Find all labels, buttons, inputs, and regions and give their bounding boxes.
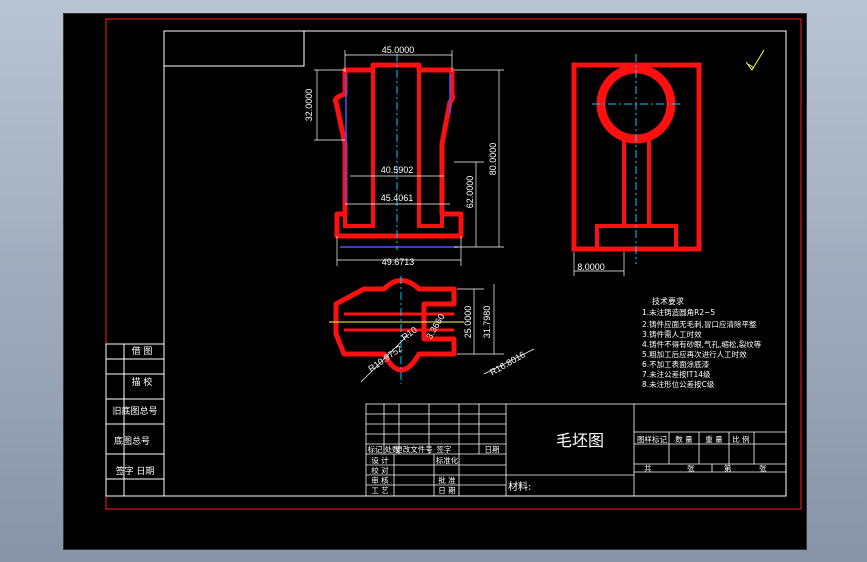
dim-radius-a: R10 [400,325,419,343]
rev-header-4: 日期 [485,445,500,454]
left-panel-0: 借 图 [132,345,153,357]
top-left-box [163,30,305,67]
scale-header-3: 比 例 [732,434,749,444]
standardization-label: 标准化 [436,455,459,465]
dim-plan-31: 31.7980 [482,306,492,339]
sheet-1: 张 [687,464,695,473]
side-view: 8.0000 [571,49,765,276]
tech-heading: 技术要求 [652,296,684,306]
drawing-title: 毛坯图 [556,431,604,450]
scale-header-1: 数 量 [675,434,693,444]
tech-item-1: 2.铸件应面无毛刺,冒口应清除平整 [642,319,757,329]
row-check: 校 对 [371,465,389,475]
row-process: 工 艺 [371,486,388,495]
sheet-3: 张 [759,464,767,473]
top-view: 25.0000 31.7980 3.3660 R10 R10.9752 R16.… [329,276,535,384]
rev-header-0: 标记 [368,444,383,454]
rev-header-2: 更改文件号 [395,444,433,454]
scale-header-2: 重 量 [705,435,723,444]
dim-base-width: 49.6713 [382,257,415,267]
material-label: 材料: [508,480,531,493]
sheet-0: 共 [644,464,652,473]
tech-item-0: 1.未注铸造圆角R2~5 [642,307,715,317]
row-design: 设 计 [371,455,389,465]
row-review: 审 核 [371,475,389,485]
front-view: 45.0000 32.0000 40.5902 45.4061 49.6713 … [304,45,504,267]
dim-top-height: 32.0000 [304,89,314,122]
sheet-2: 第 [724,463,732,473]
tech-item-3: 4.铸件不得有砂眼,气孔,缩松,裂纹等 [642,339,762,349]
tech-item-7: 8.未注形位公差按C级 [642,379,715,389]
drawing-canvas: 借 图 描 校 旧底图总号 底图总号 签字 日期 45.0000 32.0000… [63,13,807,550]
tech-item-2: 3.铸件需人工时效 [642,329,702,339]
dim-plan-25: 25.0000 [463,306,473,339]
dim-top-width: 45.0000 [382,45,415,55]
tech-requirements: 技术要求 1.未注铸造圆角R2~5 2.铸件应面无毛刺,冒口应清除平整 3.铸件… [642,296,762,389]
tech-item-4: 5.粗加工后应再次进行人工时效 [642,349,747,359]
dim-height-80: 80.0000 [488,143,498,176]
tech-item-6: 7.未注公差按IT14级 [642,369,711,379]
dim-lower-width: 45.4061 [381,193,414,203]
approve-label: 批 准 [438,475,456,485]
left-panel-1: 描 校 [132,376,153,388]
left-panel-3: 底图总号 [114,435,150,447]
inner-frame [163,30,787,497]
date-label: 日 期 [438,486,455,495]
tech-item-5: 6.不加工表面涂底漆 [642,359,710,369]
scale-header-0: 图样标记 [637,434,667,444]
drawing-svg: 借 图 描 校 旧底图总号 底图总号 签字 日期 45.0000 32.0000… [105,18,802,510]
dim-height-62: 62.0000 [465,176,475,209]
rev-header-3: 签字 [437,444,452,454]
left-panel-4: 签字 日期 [116,465,155,477]
dim-side-offset: 8.0000 [577,262,605,272]
left-panel-2: 旧底图总号 [112,405,157,417]
dim-neck-width: 40.5902 [381,165,414,175]
